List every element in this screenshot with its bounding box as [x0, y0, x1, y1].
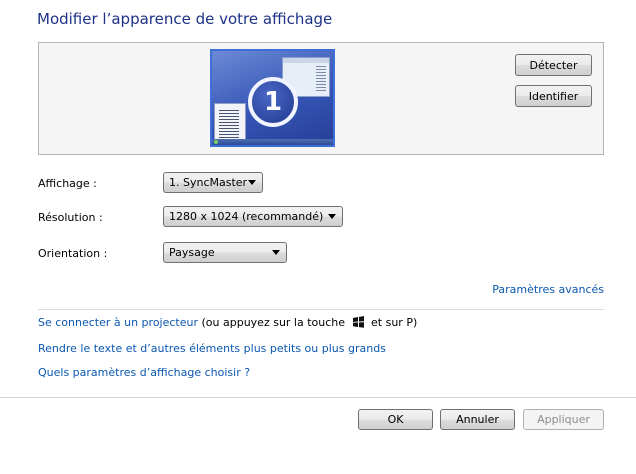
orientation-select[interactable]: Paysage [163, 242, 287, 263]
projector-hint-before: (ou appuyez sur la touche [198, 316, 349, 329]
text-size-link[interactable]: Rendre le texte et d’autres éléments plu… [38, 342, 386, 355]
monitor-document-graphic [214, 103, 246, 143]
windows-logo-icon [352, 316, 364, 328]
display-label: Affichage : [38, 177, 97, 190]
apply-button[interactable]: Appliquer [523, 409, 604, 430]
resolution-select-value: 1280 x 1024 (recommandé) [169, 210, 324, 223]
page-title: Modifier l’apparence de votre affichage [37, 10, 333, 28]
monitor-taskbar-graphic [212, 139, 333, 145]
projector-link[interactable]: Se connecter à un projecteur [38, 316, 198, 329]
projector-row: Se connecter à un projecteur (ou appuyez… [38, 316, 417, 329]
ok-button[interactable]: OK [358, 409, 433, 430]
chevron-down-icon [272, 250, 280, 255]
which-settings-link[interactable]: Quels paramètres d’affichage choisir ? [38, 366, 250, 379]
orientation-label: Orientation : [38, 247, 108, 260]
footer-divider [0, 397, 636, 398]
cancel-button[interactable]: Annuler [440, 409, 515, 430]
display-select-value: 1. SyncMaster [169, 176, 248, 189]
chevron-down-icon [328, 214, 336, 219]
chevron-down-icon [248, 180, 256, 185]
advanced-settings-link[interactable]: Paramètres avancés [492, 283, 604, 296]
resolution-label: Résolution : [38, 211, 103, 224]
orientation-select-value: Paysage [169, 246, 215, 259]
divider [38, 309, 604, 310]
resolution-select[interactable]: 1280 x 1024 (recommandé) [163, 206, 343, 227]
monitor-preview-area: 1 Détecter Identifier [38, 42, 604, 155]
display-select[interactable]: 1. SyncMaster [163, 172, 263, 193]
monitor-number-badge: 1 [248, 77, 298, 127]
projector-hint-after: et sur P) [367, 316, 418, 329]
monitor-1-thumbnail[interactable]: 1 [210, 49, 335, 147]
detect-button[interactable]: Détecter [515, 54, 592, 76]
identify-button[interactable]: Identifier [515, 85, 592, 107]
